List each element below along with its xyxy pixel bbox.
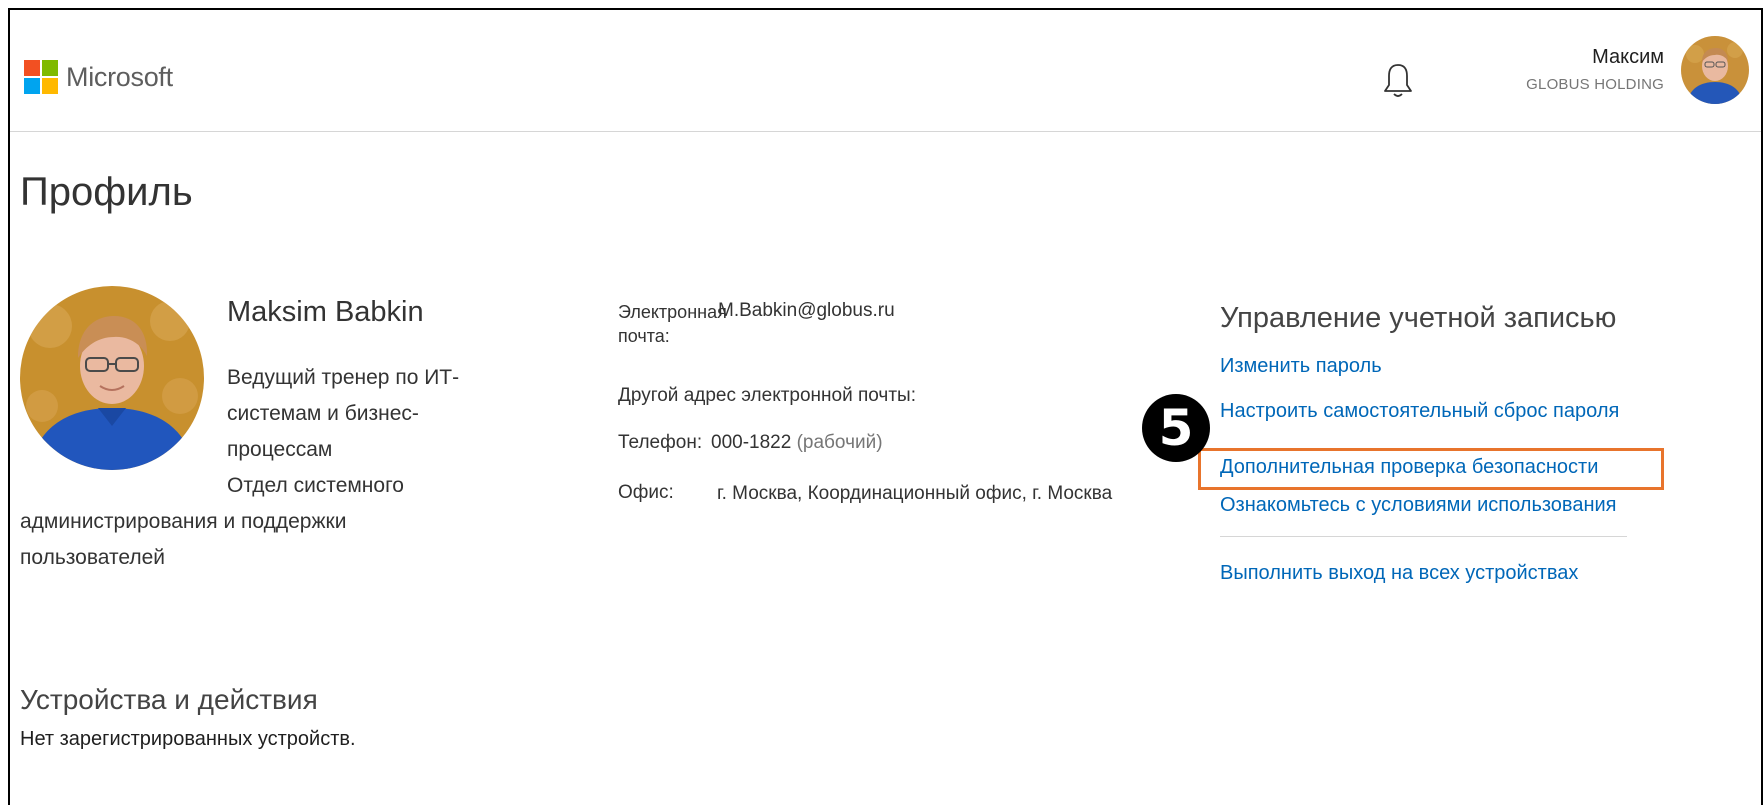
email-value: M.Babkin@globus.ru: [718, 300, 895, 321]
bell-icon[interactable]: [1382, 60, 1414, 100]
sign-out-everywhere-link[interactable]: Выполнить выход на всех устройствах: [1220, 562, 1578, 585]
account-management-title: Управление учетной записью: [1220, 302, 1617, 334]
highlight-box: [1198, 448, 1664, 490]
alt-email-label: Другой адрес электронной почты:: [618, 385, 916, 406]
phone-type: (рабочий): [796, 432, 883, 453]
terms-of-use-link[interactable]: Ознакомьтесь с условиями использования: [1220, 494, 1617, 517]
top-header: Microsoft Максим GLOBUS HOLDING: [10, 10, 1761, 132]
windows-logo-icon: [24, 60, 58, 94]
user-organization: GLOBUS HOLDING: [1526, 76, 1664, 93]
page-frame: Microsoft Максим GLOBUS HOLDING Профиль: [8, 8, 1763, 805]
office-label: Офис:: [618, 482, 674, 503]
profile-job-title: Ведущий тренер по ИТ-системам и бизнес-п…: [227, 366, 460, 461]
phone-value: 000-1822 (рабочий): [711, 432, 883, 454]
user-name[interactable]: Максим: [1592, 46, 1664, 69]
devices-empty-text: Нет зарегистрированных устройств.: [20, 728, 356, 750]
phone-label: Телефон:: [618, 432, 703, 453]
email-label: Электронная почта:: [618, 302, 727, 346]
profile-full-name: Maksim Babkin: [227, 296, 424, 328]
account-divider: [1220, 536, 1627, 537]
profile-department: Отдел системного администрирования и под…: [20, 474, 404, 569]
devices-section-title: Устройства и действия: [20, 684, 318, 715]
step-badge: 5: [1142, 394, 1210, 462]
office-value: г. Москва, Координационный офис, г. Моск…: [717, 483, 1113, 504]
microsoft-logo[interactable]: Microsoft: [24, 60, 173, 94]
change-password-link[interactable]: Изменить пароль: [1220, 355, 1382, 378]
phone-number: 000-1822: [711, 432, 792, 453]
profile-bio: Ведущий тренер по ИТ-системам и бизнес-п…: [20, 360, 520, 576]
page-title: Профиль: [20, 170, 193, 214]
avatar[interactable]: [1681, 36, 1749, 104]
self-service-password-reset-link[interactable]: Настроить самостоятельный сброс пароля: [1220, 400, 1619, 423]
logo-text: Microsoft: [66, 61, 173, 92]
